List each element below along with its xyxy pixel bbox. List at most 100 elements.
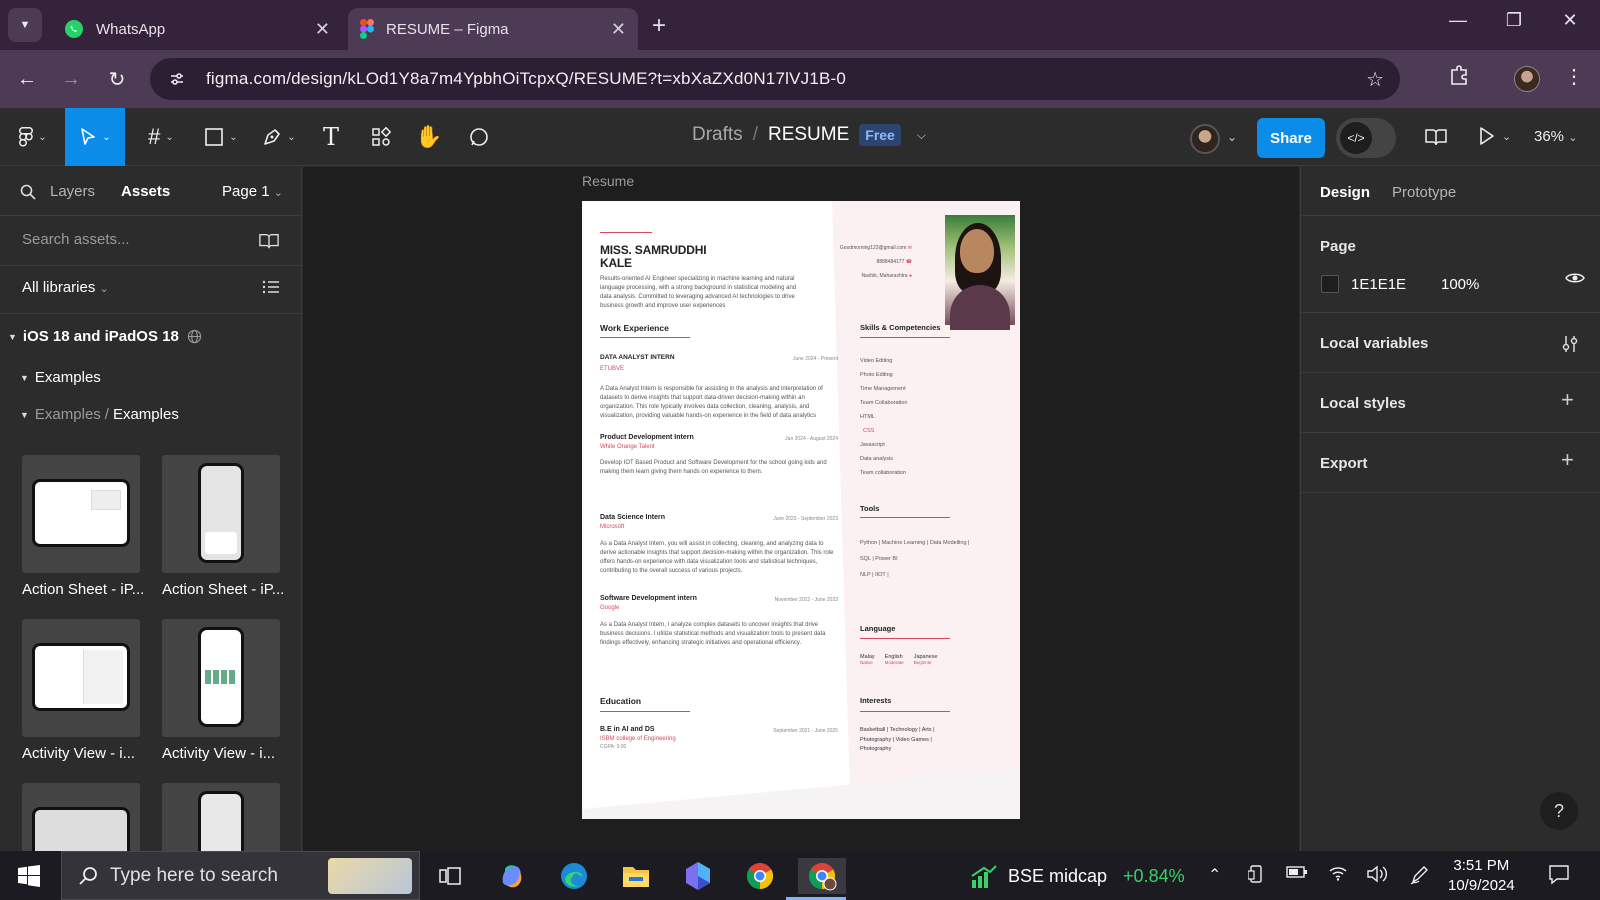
local-styles-title[interactable]: Local styles [1320,395,1406,412]
shape-tool[interactable]: ⌄ [198,108,244,166]
page-color-swatch[interactable] [1321,275,1339,293]
stock-widget[interactable]: BSE midcap +0.84% [970,864,1185,888]
divider [1301,372,1600,373]
main-menu-button[interactable]: ⌄ [10,108,56,166]
pen-input-icon[interactable] [1410,865,1430,885]
device-icon[interactable] [1248,865,1264,883]
divider [1301,215,1600,216]
chrome-profile-icon[interactable] [786,858,846,900]
present-button[interactable]: ⌄ [1478,126,1511,146]
close-icon[interactable]: ✕ [315,19,330,40]
chevron-down-icon[interactable]: ⌵ [917,128,926,143]
language-level: Moderate [884,660,904,665]
asset-thumbnail[interactable] [162,455,280,573]
window-close-icon[interactable]: ✕ [1550,10,1590,31]
help-button[interactable]: ? [1540,792,1578,830]
eye-icon[interactable] [1565,271,1585,285]
add-export-icon[interactable]: + [1561,447,1574,473]
email-text: Goodmorning123@gmail.com [839,245,907,251]
user-avatar[interactable] [1190,124,1220,154]
tab-prototype[interactable]: Prototype [1392,184,1456,201]
bookmark-star-icon[interactable]: ☆ [1366,67,1384,92]
back-arrow-icon[interactable]: ← [12,64,42,94]
volume-icon[interactable] [1366,865,1388,883]
page-selector[interactable]: Page 1 ⌄ [222,183,283,200]
asset-search-input[interactable]: Search assets... [22,231,130,248]
new-tab-button[interactable]: + [652,12,666,40]
site-settings-icon[interactable] [162,64,192,94]
zoom-menu[interactable]: 36% ⌄ [1534,128,1577,145]
forward-arrow-icon[interactable]: → [56,64,86,94]
resume-name: MISS. SAMRUDDHI KALE [600,244,707,270]
notifications-icon[interactable] [1548,863,1570,885]
file-name[interactable]: RESUME [768,124,849,146]
share-button[interactable]: Share [1257,118,1325,158]
text-tool[interactable]: T [316,108,346,166]
chevron-up-icon[interactable]: ⌃ [1208,865,1221,885]
library-book-icon[interactable] [258,231,280,251]
asset-thumbnail[interactable] [162,619,280,737]
tab-whatsapp[interactable]: WhatsApp ✕ [52,8,342,50]
asset-thumbnail[interactable] [162,783,280,851]
copilot-icon[interactable] [494,858,530,894]
whatsapp-icon [64,19,84,39]
search-icon[interactable] [20,184,36,200]
taskbar-search[interactable]: Type here to search [61,851,420,900]
library-group[interactable]: ▼ iOS 18 and iPadOS 18 [8,328,202,345]
tab-layers[interactable]: Layers [50,183,95,200]
variables-icon[interactable] [1561,334,1579,354]
left-panel-tabs: Layers Assets [20,183,170,200]
asset-thumbnail[interactable] [22,783,140,851]
move-tool[interactable]: ⌄ [65,108,125,166]
resources-tool[interactable] [364,108,398,166]
page-color-hex[interactable]: 1E1E1E [1351,276,1406,293]
resume-frame[interactable]: MISS. SAMRUDDHI KALE Results-oriented AI… [582,201,1020,819]
export-title[interactable]: Export [1320,455,1368,472]
file-explorer-icon[interactable] [618,858,654,894]
plan-badge[interactable]: Free [859,124,901,146]
windows-start-icon[interactable] [18,865,40,887]
list-view-icon[interactable] [262,279,280,295]
local-variables-title[interactable]: Local variables [1320,335,1428,352]
dev-mode-toggle[interactable]: </> [1336,118,1396,158]
hexagon-app-icon[interactable] [680,858,716,894]
system-clock[interactable]: 3:51 PM 10/9/2024 [1448,856,1515,896]
asset-label: Activity View - i... [162,745,276,762]
tab-assets[interactable]: Assets [121,183,170,200]
location-text: Nashik, Maharashtra [861,273,908,279]
page-opacity[interactable]: 100% [1441,276,1479,293]
library-filter[interactable]: All libraries ⌄ [22,279,109,296]
battery-icon[interactable] [1286,865,1308,879]
restore-icon[interactable]: ❐ [1494,10,1534,31]
frame-label[interactable]: Resume [582,173,634,189]
tab-figma[interactable]: RESUME – Figma ✕ [348,8,638,50]
tab-design[interactable]: Design [1320,184,1370,201]
reload-icon[interactable]: ↻ [102,64,132,94]
chevron-down-icon[interactable]: ⌄ [1227,130,1237,144]
hand-tool[interactable]: ✋ [412,108,446,166]
asset-thumbnail[interactable] [22,455,140,573]
comment-tool[interactable] [462,108,496,166]
asset-group-examples[interactable]: ▼ Examples [20,369,101,386]
design-canvas[interactable]: Resume MISS. SAMRUDDHI KALE Results-orie… [303,167,1299,851]
frame-tool[interactable]: # ⌄ [138,108,184,166]
skills-list: Video Editing Photo Editing Time Managem… [860,354,907,480]
minimize-icon[interactable]: — [1438,10,1478,31]
library-book-icon[interactable] [1424,126,1448,148]
asset-subgroup[interactable]: ▼ Examples / Examples [20,406,179,423]
extensions-icon[interactable] [1448,64,1470,86]
tab-search-button[interactable]: ▼ [8,8,42,42]
task-view-icon[interactable] [432,858,468,894]
chrome-icon[interactable] [742,858,778,894]
asset-thumbnail[interactable] [22,619,140,737]
address-bar[interactable]: figma.com/design/kLOd1Y8a7m4YpbhOiTcpxQ/… [150,58,1400,100]
phone-text: 8888484177 [876,259,905,265]
add-style-icon[interactable]: + [1561,387,1574,413]
more-options-icon[interactable]: ⋮ [1564,64,1584,89]
wifi-icon[interactable] [1328,865,1348,881]
browser-profile-avatar[interactable] [1514,66,1540,92]
breadcrumb-drafts[interactable]: Drafts [692,124,743,146]
edge-icon[interactable] [556,858,592,894]
close-icon[interactable]: ✕ [611,19,626,40]
pen-tool[interactable]: ⌄ [256,108,302,166]
